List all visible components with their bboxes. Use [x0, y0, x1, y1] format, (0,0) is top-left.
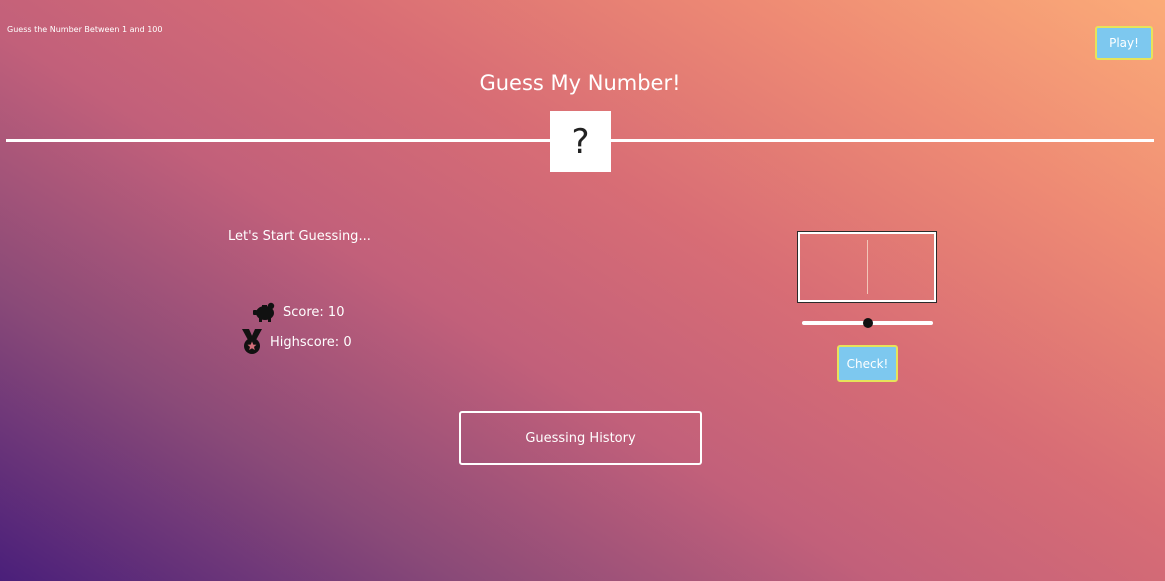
secret-number-box: ? [550, 111, 611, 172]
status-message: Let's Start Guessing... [228, 229, 371, 244]
page-title: Guess My Number! [479, 71, 681, 95]
secret-number: ? [571, 121, 590, 162]
highscore-label: Highscore: 0 [270, 334, 352, 350]
guess-slider-thumb[interactable] [863, 318, 873, 328]
score-label: Score: 10 [283, 304, 345, 320]
play-button[interactable]: Play! [1095, 26, 1153, 60]
piggy-bank-icon [251, 301, 283, 323]
highscore-row: Highscore: 0 [240, 329, 352, 355]
medal-icon [240, 329, 270, 355]
guessing-history-button[interactable]: Guessing History [459, 411, 702, 465]
game-instructions: Guess the Number Between 1 and 100 [7, 25, 163, 34]
check-button[interactable]: Check! [837, 345, 898, 382]
text-caret [867, 240, 868, 294]
score-row: Score: 10 [251, 301, 344, 323]
